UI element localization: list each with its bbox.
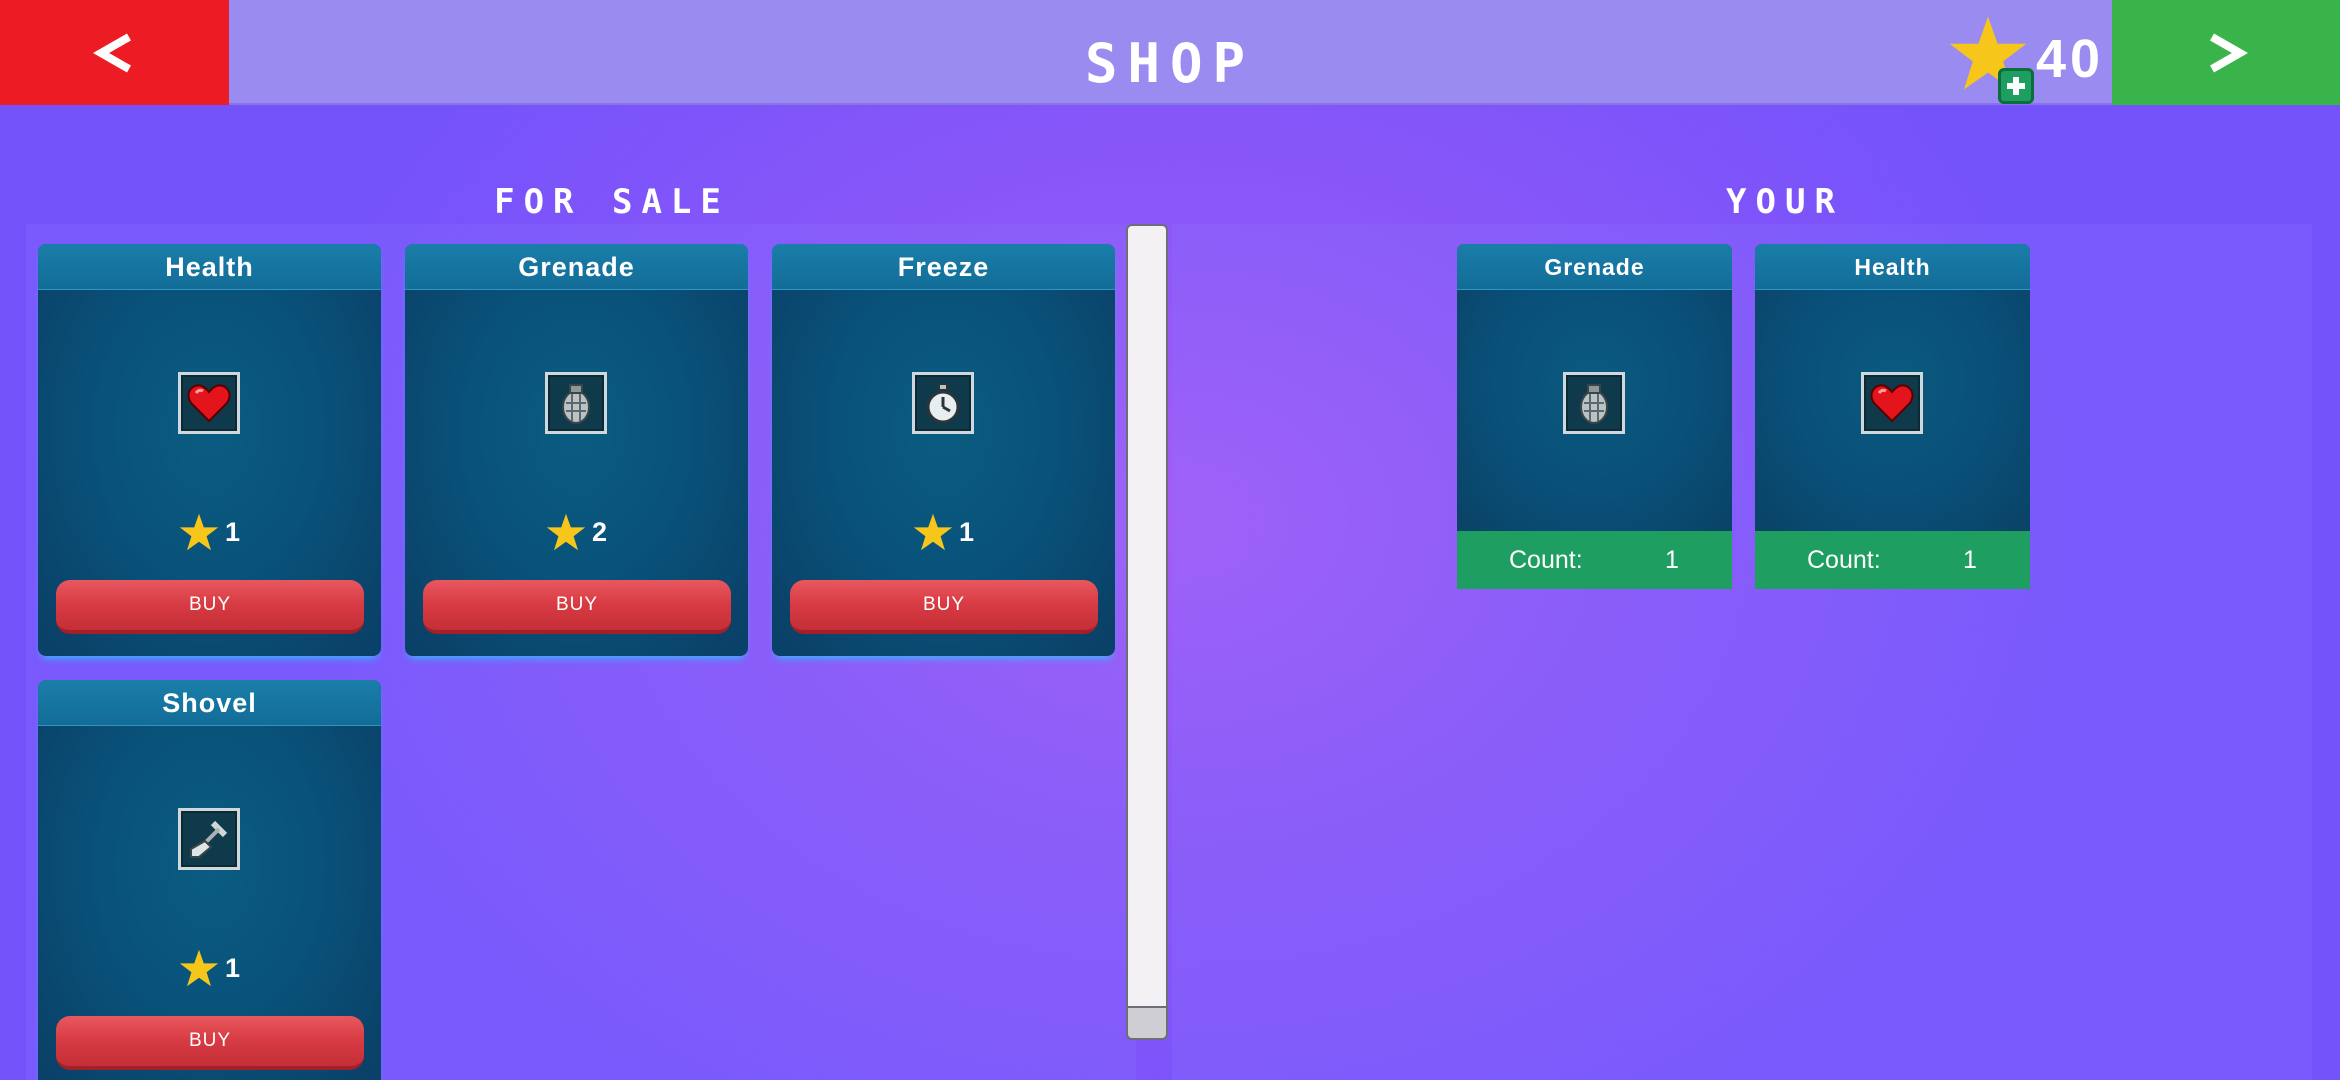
shop-card-freeze: Freeze 1 BUY xyxy=(772,244,1115,656)
star-icon xyxy=(179,949,219,987)
star-icon xyxy=(913,513,953,551)
next-button[interactable] xyxy=(2112,0,2340,105)
buy-button[interactable]: BUY xyxy=(423,580,731,634)
item-name: Shovel xyxy=(38,680,381,726)
buy-button[interactable]: BUY xyxy=(56,1016,364,1070)
price-value: 1 xyxy=(224,516,241,547)
heart-icon xyxy=(178,372,240,434)
item-name: Health xyxy=(1755,244,2030,290)
stopwatch-icon xyxy=(912,372,974,434)
shop-card-grenade: Grenade 2 BUY xyxy=(405,244,748,656)
shovel-icon xyxy=(178,808,240,870)
buy-button[interactable]: BUY xyxy=(56,580,364,634)
owned-card-health[interactable]: Health Count: 1 xyxy=(1755,244,2030,589)
add-coins-button[interactable] xyxy=(1998,68,2034,104)
scrollbar[interactable] xyxy=(1126,224,1168,1040)
item-name: Health xyxy=(38,244,381,290)
price-value: 1 xyxy=(958,516,975,547)
chevron-right-icon xyxy=(2210,33,2248,72)
price: 1 xyxy=(38,946,381,990)
heart-icon xyxy=(1861,372,1923,434)
star-icon xyxy=(546,513,586,551)
coin-amount: 40 xyxy=(2036,29,2105,89)
count-label: Count: xyxy=(1509,546,1583,574)
count-bar: Count: 1 xyxy=(1457,531,1732,589)
price: 1 xyxy=(38,510,381,554)
count-label: Count: xyxy=(1807,546,1881,574)
item-name: Grenade xyxy=(405,244,748,290)
count-bar: Count: 1 xyxy=(1755,531,2030,589)
owned-card-grenade[interactable]: Grenade Count: 1 xyxy=(1457,244,1732,589)
shop-card-shovel: Shovel 1 BUY xyxy=(38,680,381,1080)
for-sale-heading: FOR SALE xyxy=(494,182,730,222)
item-name: Freeze xyxy=(772,244,1115,290)
count-value: 1 xyxy=(1665,546,1679,574)
price-value: 1 xyxy=(224,952,241,983)
your-items-panel xyxy=(1172,224,2312,1080)
buy-button[interactable]: BUY xyxy=(790,580,1098,634)
price: 2 xyxy=(405,510,748,554)
shop-card-health: Health 1 BUY xyxy=(38,244,381,656)
price: 1 xyxy=(772,510,1115,554)
star-icon xyxy=(179,513,219,551)
price-value: 2 xyxy=(591,516,608,547)
your-items-heading: YOUR xyxy=(1726,182,1844,222)
coin-counter: 40 xyxy=(1948,10,2108,104)
scrollbar-end[interactable] xyxy=(1126,1006,1168,1040)
grenade-icon xyxy=(1563,372,1625,434)
count-value: 1 xyxy=(1963,546,1977,574)
plus-icon xyxy=(2007,77,2025,95)
grenade-icon xyxy=(545,372,607,434)
item-name: Grenade xyxy=(1457,244,1732,290)
